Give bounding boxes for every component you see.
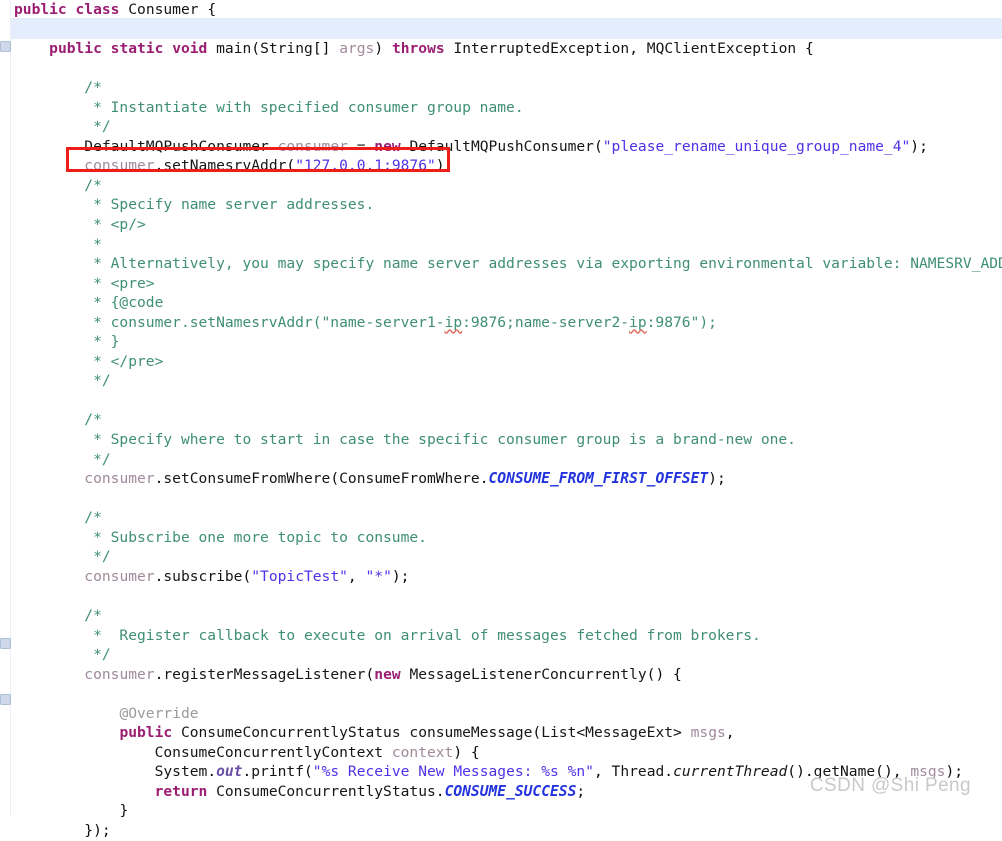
code-line[interactable]: * Specify where to start in case the spe… (0, 430, 1002, 450)
code-editor[interactable]: public class Consumer { public static vo… (0, 0, 1002, 839)
code-line[interactable] (0, 684, 1002, 704)
code-line[interactable]: * <p/> (0, 215, 1002, 235)
code-line[interactable]: * {@code (0, 293, 1002, 313)
code-line[interactable]: /* (0, 78, 1002, 98)
code-line[interactable]: consumer.setConsumeFromWhere(ConsumeFrom… (0, 469, 1002, 489)
code-line[interactable]: * Register callback to execute on arriva… (0, 626, 1002, 646)
code-line[interactable]: * (0, 235, 1002, 255)
code-line[interactable]: public static void main(String[] args) t… (0, 39, 1002, 59)
code-line[interactable]: * <pre> (0, 274, 1002, 294)
code-line[interactable]: * </pre> (0, 352, 1002, 372)
code-line[interactable]: } (0, 801, 1002, 821)
code-line[interactable]: /* (0, 606, 1002, 626)
code-line[interactable]: @Override (0, 704, 1002, 724)
code-line[interactable]: */ (0, 371, 1002, 391)
code-line[interactable]: }); (0, 821, 1002, 841)
code-line[interactable]: ConsumeConcurrentlyContext context) { (0, 743, 1002, 763)
code-line[interactable]: consumer.registerMessageListener(new Mes… (0, 665, 1002, 685)
code-line-highlighted[interactable]: consumer.setNamesrvAddr("127.0.0.1:9876"… (0, 156, 1002, 176)
code-line[interactable]: */ (0, 645, 1002, 665)
code-line[interactable]: consumer.subscribe("TopicTest", "*"); (0, 567, 1002, 587)
code-line[interactable]: */ (0, 450, 1002, 470)
code-line[interactable]: /* (0, 176, 1002, 196)
code-line[interactable]: * Alternatively, you may specify name se… (0, 254, 1002, 274)
code-line[interactable] (0, 391, 1002, 411)
code-line[interactable]: * consumer.setNamesrvAddr("name-server1-… (0, 313, 1002, 333)
code-line[interactable]: */ (0, 117, 1002, 137)
code-line[interactable]: */ (0, 547, 1002, 567)
watermark-text: CSDN @Shi Peng (809, 775, 971, 796)
code-line[interactable]: * } (0, 332, 1002, 352)
code-line[interactable]: public class Consumer { (0, 0, 1002, 20)
code-line[interactable]: * Instantiate with specified consumer gr… (0, 98, 1002, 118)
code-line[interactable] (0, 59, 1002, 79)
code-line[interactable]: DefaultMQPushConsumer consumer = new Def… (0, 137, 1002, 157)
code-line[interactable]: * Subscribe one more topic to consume. (0, 528, 1002, 548)
code-line[interactable]: public ConsumeConcurrentlyStatus consume… (0, 723, 1002, 743)
code-line[interactable]: /* (0, 410, 1002, 430)
code-line[interactable]: * Specify name server addresses. (0, 195, 1002, 215)
source-code[interactable]: public class Consumer { public static vo… (0, 0, 1002, 841)
code-line[interactable]: /* (0, 508, 1002, 528)
code-line[interactable] (0, 20, 1002, 40)
code-line[interactable] (0, 586, 1002, 606)
code-line[interactable] (0, 489, 1002, 509)
